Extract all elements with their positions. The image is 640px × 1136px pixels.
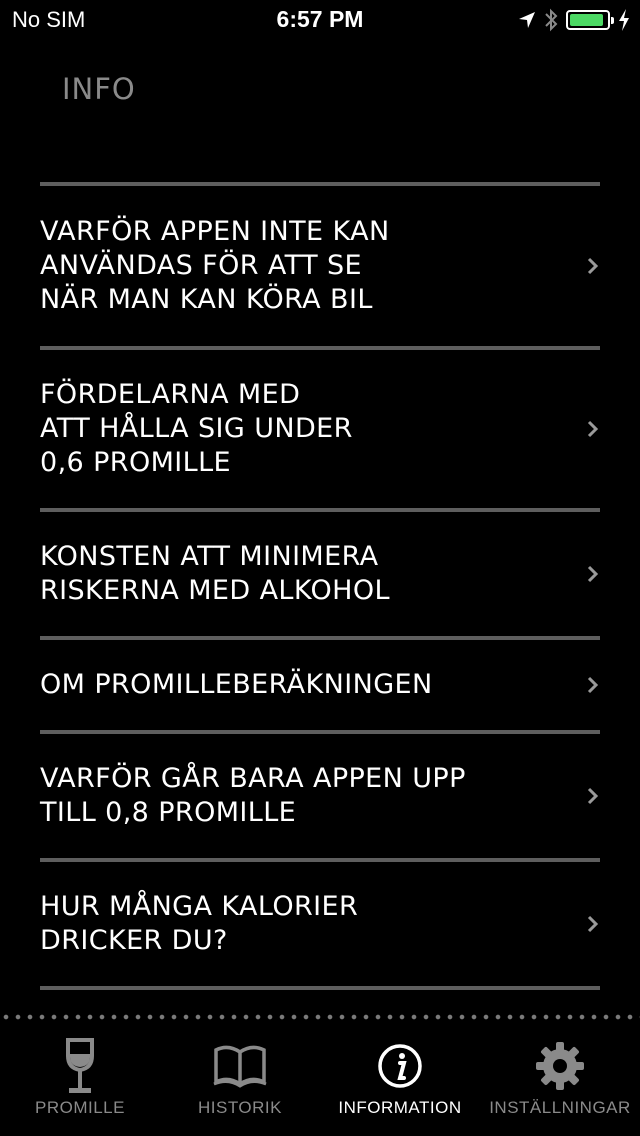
menu-item-label: FÖRDELARNA MED ATT HÅLLA SIG UNDER 0,6 P…: [40, 379, 353, 478]
info-icon: [378, 1044, 422, 1088]
chevron-right-icon: [587, 915, 599, 933]
tab-promille[interactable]: PROMILLE: [0, 1032, 160, 1132]
menu-item-label: VARFÖR APPEN INTE KAN ANVÄNDAS FÖR ATT S…: [40, 216, 390, 315]
tab-information[interactable]: INFORMATION: [320, 1032, 480, 1132]
wine-glass-icon: [66, 1038, 94, 1093]
tab-label: INSTÄLLNINGAR: [489, 1098, 631, 1117]
divider: [40, 986, 600, 990]
menu-item-label: KONSTEN ATT MINIMERA RISKERNA MED ALKOHO…: [40, 541, 390, 606]
tab-bar-dotted-separator: [0, 1014, 640, 1020]
menu-item-label: VARFÖR GÅR BARA APPEN UPP TILL 0,8 PROMI…: [40, 763, 466, 828]
menu-item-driving[interactable]: VARFÖR APPEN INTE KAN ANVÄNDAS FÖR ATT S…: [40, 186, 600, 346]
tab-label: INFORMATION: [338, 1098, 462, 1117]
battery-icon: [566, 10, 614, 30]
menu-item-label: OM PROMILLEBERÄKNINGEN: [40, 669, 433, 700]
tab-bar: PROMILLE HISTORIK INFORMATION INSTÄLLNIN…: [0, 1012, 640, 1136]
menu-item-label: HUR MÅNGA KALORIER DRICKER DU?: [40, 891, 359, 956]
chevron-right-icon: [587, 676, 599, 694]
page-title: INFO: [62, 72, 136, 106]
gear-icon: [536, 1042, 584, 1090]
battery-level: [570, 14, 604, 26]
status-icons: [518, 7, 630, 33]
menu-item-calculation[interactable]: OM PROMILLEBERÄKNINGEN: [40, 640, 600, 730]
chevron-right-icon: [587, 257, 599, 275]
bluetooth-icon: [545, 8, 558, 32]
info-menu: VARFÖR APPEN INTE KAN ANVÄNDAS FÖR ATT S…: [40, 182, 600, 990]
tab-installningar[interactable]: INSTÄLLNINGAR: [480, 1032, 640, 1132]
charging-bolt-icon: [619, 9, 629, 31]
chevron-right-icon: [587, 787, 599, 805]
tab-label: PROMILLE: [35, 1098, 125, 1117]
menu-item-risks[interactable]: KONSTEN ATT MINIMERA RISKERNA MED ALKOHO…: [40, 512, 600, 636]
chevron-right-icon: [587, 420, 599, 438]
chevron-right-icon: [587, 565, 599, 583]
book-icon: [213, 1045, 267, 1088]
tab-historik[interactable]: HISTORIK: [160, 1032, 320, 1132]
menu-item-calories[interactable]: HUR MÅNGA KALORIER DRICKER DU?: [40, 862, 600, 986]
tab-label: HISTORIK: [198, 1098, 282, 1117]
menu-item-limit[interactable]: VARFÖR GÅR BARA APPEN UPP TILL 0,8 PROMI…: [40, 734, 600, 858]
status-bar: No SIM 6:57 PM: [0, 0, 640, 40]
location-arrow-icon: [519, 12, 535, 28]
menu-item-benefits[interactable]: FÖRDELARNA MED ATT HÅLLA SIG UNDER 0,6 P…: [40, 350, 600, 508]
